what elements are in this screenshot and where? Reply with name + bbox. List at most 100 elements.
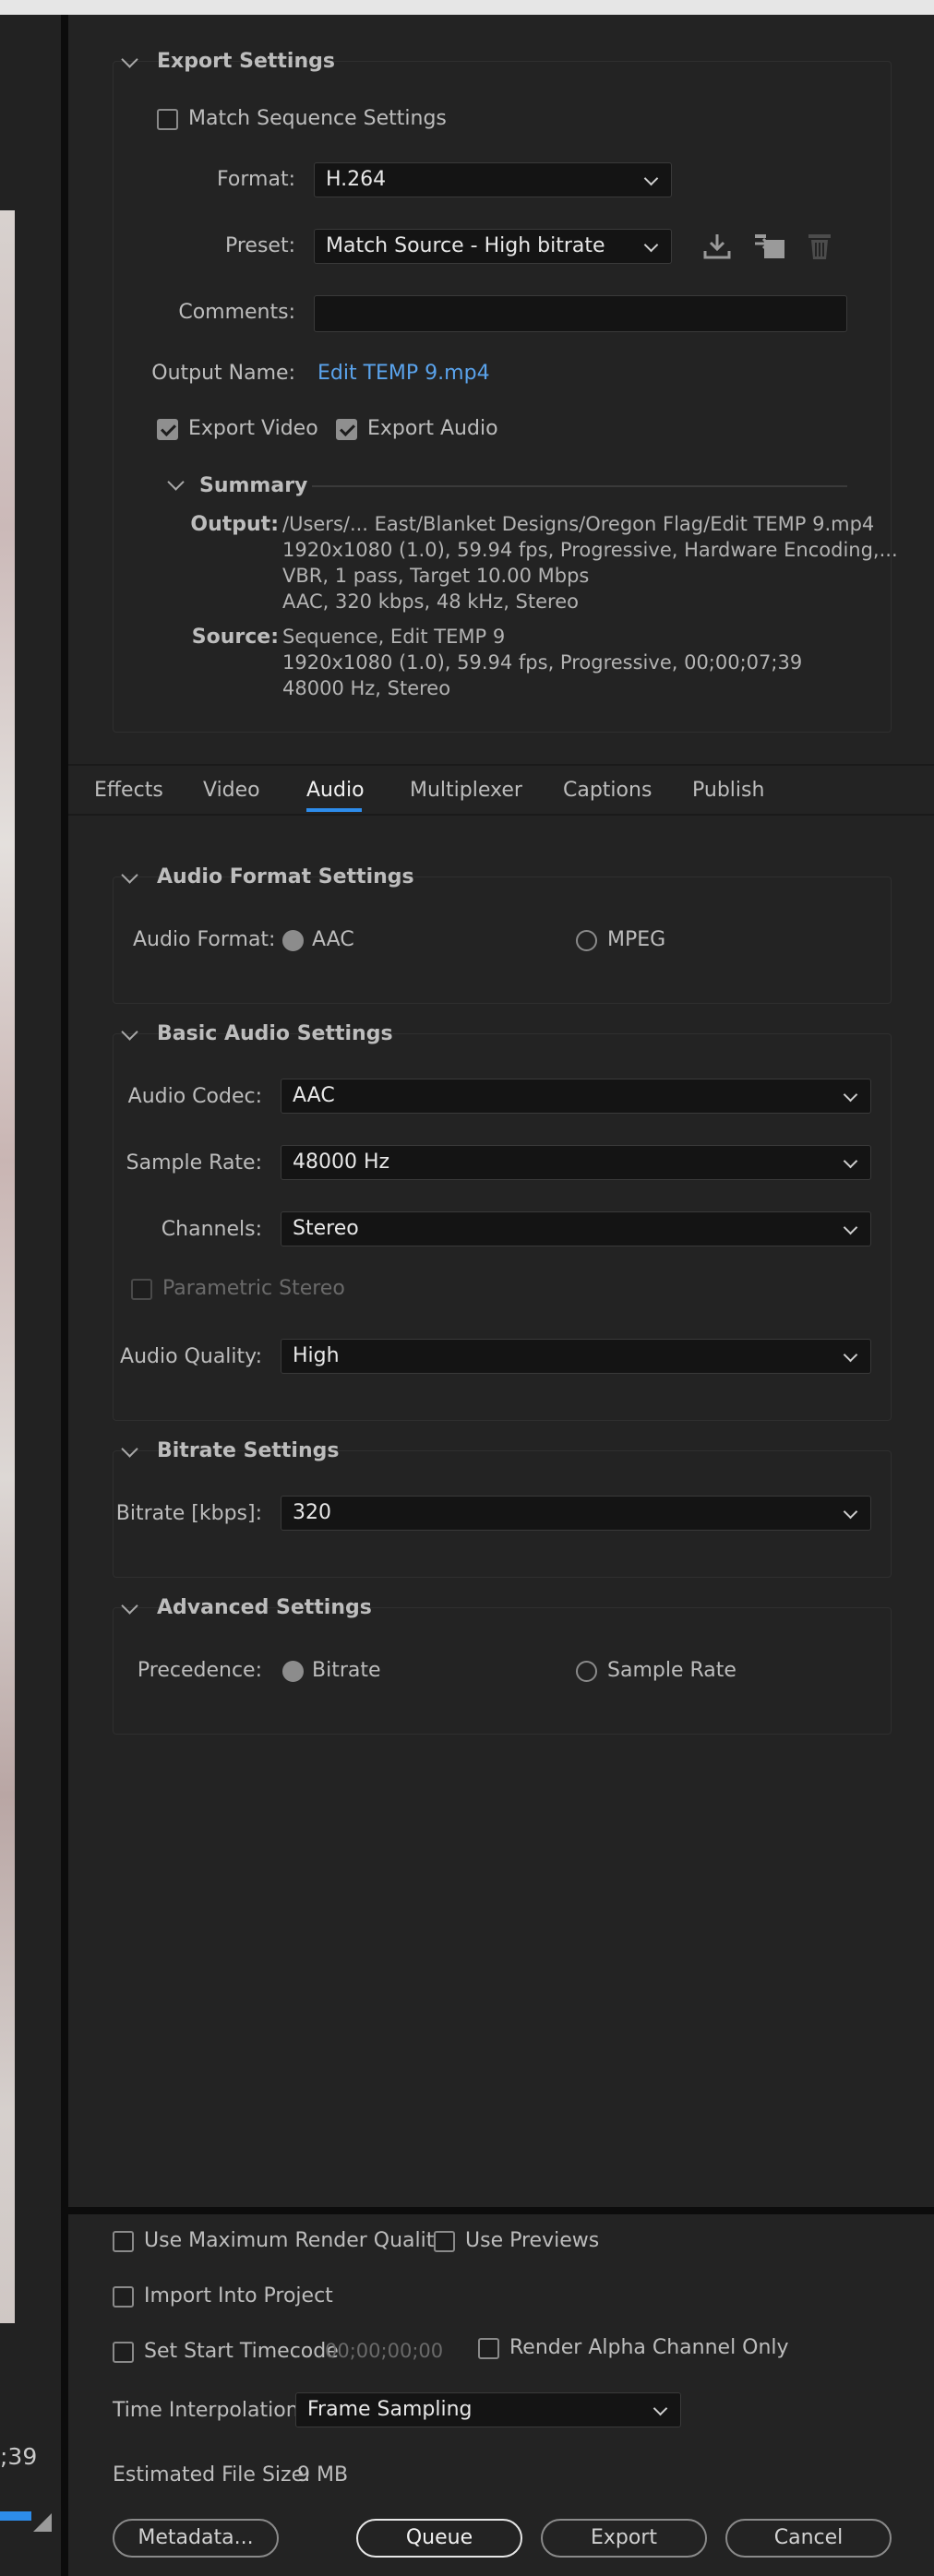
tab-audio[interactable]: Audio xyxy=(306,779,365,802)
chevron-down-icon xyxy=(843,1504,858,1520)
aac-radio[interactable] xyxy=(282,930,304,951)
resize-corner-icon[interactable] xyxy=(33,2513,52,2532)
tabs-top-border xyxy=(68,764,934,766)
preview-image xyxy=(0,210,15,2323)
mpeg-option-label: MPEG xyxy=(607,928,666,951)
aac-option-label: AAC xyxy=(312,928,354,951)
bitrate-value: 320 xyxy=(293,1501,331,1524)
audio-codec-label: Audio Codec: xyxy=(127,1085,262,1108)
preview-timecode-fragment: ;39 xyxy=(0,2443,38,2470)
export-button[interactable]: Export xyxy=(541,2519,707,2558)
export-audio-label: Export Audio xyxy=(367,417,498,440)
summary-source-label: Source: xyxy=(191,626,279,649)
preset-value: Match Source - High bitrate xyxy=(326,234,605,257)
save-preset-icon[interactable] xyxy=(701,231,733,262)
set-start-timecode-label: Set Start Timecode xyxy=(144,2340,339,2363)
max-render-quality-label: Use Maximum Render Quality xyxy=(144,2229,447,2252)
channels-select[interactable]: Stereo xyxy=(281,1211,871,1246)
channels-value: Stereo xyxy=(293,1217,359,1240)
time-interpolation-value: Frame Sampling xyxy=(307,2398,473,2421)
summary-output-label: Output: xyxy=(190,513,279,536)
import-into-project-label: Import Into Project xyxy=(144,2284,333,2308)
bitrate-select[interactable]: 320 xyxy=(281,1496,871,1531)
import-preset-icon[interactable] xyxy=(753,231,786,262)
chevron-down-icon xyxy=(653,2401,668,2416)
time-interpolation-select[interactable]: Frame Sampling xyxy=(295,2392,681,2427)
time-interpolation-label: Time Interpolation: xyxy=(113,2399,306,2422)
export-settings-title: Export Settings xyxy=(157,50,335,73)
bottom-divider[interactable] xyxy=(68,2207,934,2214)
tab-captions[interactable]: Captions xyxy=(563,779,652,802)
match-sequence-checkbox[interactable] xyxy=(157,109,178,130)
sample-rate-select[interactable]: 48000 Hz xyxy=(281,1145,871,1180)
start-timecode-field[interactable]: 00;00;00;00 xyxy=(325,2340,443,2362)
audio-codec-select[interactable]: AAC xyxy=(281,1079,871,1114)
sample-rate-label: Sample Rate: xyxy=(126,1151,262,1175)
render-alpha-checkbox[interactable] xyxy=(478,2338,499,2359)
tab-effects[interactable]: Effects xyxy=(94,779,163,802)
summary-source-line: Sequence, Edit TEMP 9 xyxy=(282,626,506,648)
summary-output-line: /Users/... East/Blanket Designs/Oregon F… xyxy=(282,513,875,535)
precedence-sample-rate-radio[interactable] xyxy=(576,1661,597,1682)
precedence-bitrate-radio[interactable] xyxy=(282,1661,304,1682)
format-value: H.264 xyxy=(326,168,387,191)
tabs-bottom-border xyxy=(68,814,934,816)
chevron-down-icon xyxy=(843,1153,858,1169)
cancel-button[interactable]: Cancel xyxy=(725,2519,892,2558)
import-into-project-checkbox[interactable] xyxy=(113,2286,134,2308)
preview-playhead-bar[interactable] xyxy=(0,2511,31,2521)
use-previews-label: Use Previews xyxy=(465,2229,600,2252)
export-video-checkbox[interactable] xyxy=(157,419,178,440)
precedence-bitrate-label: Bitrate xyxy=(312,1659,381,1682)
tab-multiplexer[interactable]: Multiplexer xyxy=(410,779,522,802)
chevron-down-icon xyxy=(843,1220,858,1235)
export-video-label: Export Video xyxy=(188,417,318,440)
max-render-quality-checkbox[interactable] xyxy=(113,2231,134,2252)
audio-format-title: Audio Format Settings xyxy=(157,865,414,888)
summary-output-line: AAC, 320 kbps, 48 kHz, Stereo xyxy=(282,590,579,613)
summary-source-line: 1920x1080 (1.0), 59.94 fps, Progressive,… xyxy=(282,651,803,674)
precedence-sample-rate-label: Sample Rate xyxy=(607,1659,736,1682)
audio-format-label: Audio Format: xyxy=(133,928,276,951)
preset-select[interactable]: Match Source - High bitrate xyxy=(314,229,672,264)
parametric-stereo-label: Parametric Stereo xyxy=(162,1277,345,1300)
bitrate-label: Bitrate [kbps]: xyxy=(115,1502,262,1525)
bitrate-title: Bitrate Settings xyxy=(157,1439,340,1462)
summary-title: Summary xyxy=(199,474,308,497)
chevron-down-icon xyxy=(843,1347,858,1363)
summary-output-line: 1920x1080 (1.0), 59.94 fps, Progressive,… xyxy=(282,539,898,561)
comments-label: Comments: xyxy=(178,301,295,324)
active-tab-underline xyxy=(306,808,362,812)
tab-video[interactable]: Video xyxy=(203,779,260,802)
chevron-down-icon xyxy=(643,171,659,186)
output-name-label: Output Name: xyxy=(151,362,295,385)
export-audio-checkbox[interactable] xyxy=(336,419,357,440)
format-select[interactable]: H.264 xyxy=(314,162,672,197)
pane-divider[interactable] xyxy=(61,15,68,2576)
chevron-down-icon xyxy=(843,1087,858,1103)
parametric-stereo-checkbox[interactable] xyxy=(131,1279,152,1300)
output-name-link[interactable]: Edit TEMP 9.mp4 xyxy=(317,362,490,385)
chevron-down-icon xyxy=(643,237,659,253)
metadata-button[interactable]: Metadata... xyxy=(113,2519,279,2558)
sample-rate-value: 48000 Hz xyxy=(293,1151,390,1174)
tab-publish[interactable]: Publish xyxy=(692,779,764,802)
audio-quality-label: Audio Quality: xyxy=(120,1345,262,1368)
mpeg-radio[interactable] xyxy=(576,930,597,951)
advanced-title: Advanced Settings xyxy=(157,1596,372,1619)
summary-output-line: VBR, 1 pass, Target 10.00 Mbps xyxy=(282,565,590,587)
audio-quality-value: High xyxy=(293,1344,340,1367)
file-size-label: Estimated File Size: xyxy=(113,2463,311,2487)
delete-preset-icon[interactable] xyxy=(805,231,834,262)
match-sequence-label: Match Sequence Settings xyxy=(188,107,447,130)
window-top-strip xyxy=(0,0,934,15)
comments-input[interactable] xyxy=(314,295,847,332)
audio-quality-select[interactable]: High xyxy=(281,1339,871,1374)
render-alpha-label: Render Alpha Channel Only xyxy=(509,2336,789,2359)
use-previews-checkbox[interactable] xyxy=(434,2231,455,2252)
queue-button[interactable]: Queue xyxy=(356,2519,522,2558)
precedence-label: Precedence: xyxy=(137,1659,262,1682)
set-start-timecode-checkbox[interactable] xyxy=(113,2342,134,2363)
summary-divider xyxy=(312,485,847,487)
audio-codec-value: AAC xyxy=(293,1084,335,1107)
